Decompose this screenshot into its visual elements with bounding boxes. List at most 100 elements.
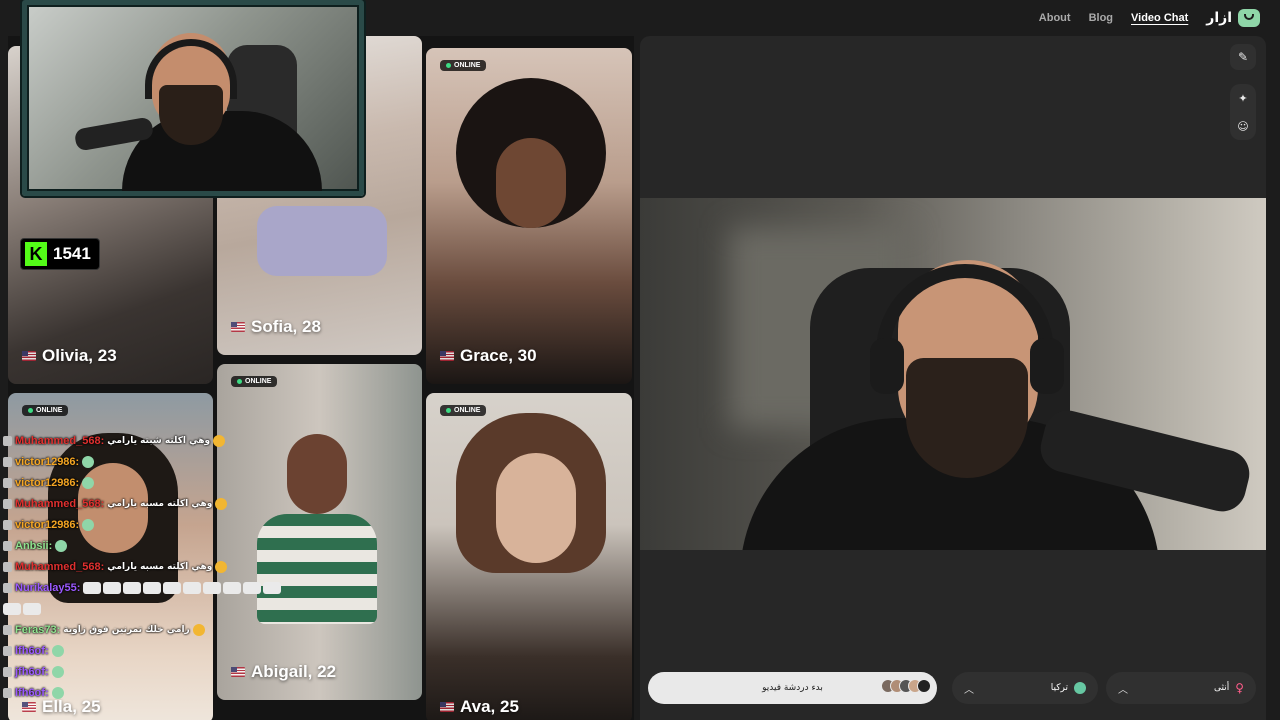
emote-icon [83,581,102,594]
nav-blog-link[interactable]: Blog [1089,12,1113,24]
chat-badge-icon [3,645,12,656]
chat-username: Muhammed_568: [15,560,105,573]
chat-username: victor12986: [15,455,80,468]
sparkle-icon[interactable]: ✦ [1238,92,1247,105]
video-chat-panel: ✎ ✦ ☺ بدء دردشة فيديو ︿ تركيا ︿ أنثى ♀ [640,36,1266,720]
avatar [917,679,931,693]
country-label: تركيا [1050,683,1068,693]
brand-logo[interactable]: ازار [1206,9,1260,27]
emoji-icon [213,434,226,447]
emote-icon [3,602,21,615]
us-flag-icon [22,351,36,361]
online-dot-icon [237,379,242,384]
emote-icon [203,581,222,594]
chat-badge-icon [3,477,12,488]
country-value: تركيا [1051,682,1086,694]
chat-message: victor12986: [3,451,303,472]
kick-logo-icon: K [25,242,47,266]
chat-badge-icon [3,519,12,530]
chat-badge-icon [3,624,12,635]
online-badge: ONLINE [22,405,69,416]
profile-card-grace[interactable]: ONLINE Grace, 30 [426,48,632,384]
chat-text: وهي اكلته مسبه يارامي [107,561,213,572]
online-dot-icon [28,408,33,413]
profile-label: Olivia, 23 [22,346,117,366]
app-root: { "nav": { "about": "About", "blog": "Bl… [0,0,1280,720]
emote-icon [243,581,262,594]
us-flag-icon [440,702,454,712]
nav-video-chat-link[interactable]: Video Chat [1131,12,1188,24]
online-badge: ONLINE [231,376,278,387]
female-icon: ♀ [1235,681,1244,695]
emoji-icon [215,497,228,510]
viewer-count-badge: K 1541 [20,238,100,270]
top-nav: About Blog Video Chat ازار [1039,0,1280,36]
chat-message: lfh6of: [3,640,303,661]
chat-username: lfh6of: [15,686,49,699]
emote-icon [223,581,242,594]
profile-card-ava[interactable]: ONLINE Ava, 25 [426,393,632,720]
chat-badge-icon [3,540,12,551]
online-dot-icon [446,408,451,413]
emote-icon [51,686,64,699]
stream-chat: Muhammed_568: وهي اكلته شبته يارامي victor… [3,430,303,703]
gender-select[interactable]: ︿ أنثى ♀ [1106,672,1256,704]
chat-badge-icon [3,687,12,698]
nav-about-link[interactable]: About [1039,12,1071,24]
online-label: ONLINE [245,378,272,385]
chat-badge-icon [3,456,12,467]
video-detail [1030,338,1064,394]
profile-name: Olivia, 23 [42,346,117,365]
emote-icon [82,455,95,468]
country-select[interactable]: ︿ تركيا [952,672,1098,704]
emote-icon [163,581,182,594]
emote-icon [143,581,162,594]
profile-photo-detail [496,138,566,228]
avatar-stack [881,679,931,693]
chat-text: وهي اكلته مسبه يارامي [107,498,213,509]
chat-username: victor12986: [15,476,80,489]
globe-icon [1074,682,1086,694]
emote-row [83,581,282,594]
online-dot-icon [446,63,451,68]
chat-badge-icon [3,582,12,593]
partner-video [640,198,1266,550]
online-label: ONLINE [454,62,481,69]
chat-message: lfh6of: [3,682,303,703]
online-label: ONLINE [454,407,481,414]
us-flag-icon [231,322,245,332]
chat-username: Nurikalay55: [15,581,81,594]
chat-message: Nurikalay55: [3,577,303,598]
chat-message: Muhammed_568: وهي اكلته شبته يارامي [3,430,303,451]
chevron-up-icon: ︿ [1118,684,1128,696]
start-video-chat-button[interactable]: بدء دردشة فيديو [648,672,937,704]
emote-icon [103,581,122,594]
chat-text: وهي اكلته شبته يارامي [107,435,211,446]
edit-button[interactable]: ✎ [1230,44,1256,70]
start-video-chat-label: بدء دردشة فيديو [762,683,823,693]
brand-name: ازار [1206,10,1232,26]
online-badge: ONLINE [440,405,487,416]
chat-username: jfh6of: [15,665,49,678]
profile-name: Grace, 30 [460,346,537,365]
profile-name: Ava, 25 [460,697,519,716]
emote-row [3,602,41,615]
viewer-count: 1541 [53,244,91,263]
chat-message: Anbsii: [3,535,303,556]
chat-message: jfh6of: [3,661,303,682]
chat-username: victor12986: [15,518,80,531]
video-detail [870,338,904,394]
chat-username: Muhammed_568: [15,497,105,510]
edit-icon: ✎ [1237,50,1249,64]
azar-logo-icon [1238,9,1260,27]
emote-icon [55,539,68,552]
emoji-icon [192,623,205,636]
profile-label: Ava, 25 [440,697,519,717]
chevron-up-icon: ︿ [964,684,974,696]
chat-badge-icon [3,561,12,572]
profile-label: Sofia, 28 [231,317,321,337]
chat-username: Anbsii: [15,539,53,552]
chat-message: Muhammed_568: وهي اكلته مسبه يارامي [3,556,303,577]
sticker-icon[interactable]: ☺ [1237,120,1248,133]
emote-icon [123,581,142,594]
